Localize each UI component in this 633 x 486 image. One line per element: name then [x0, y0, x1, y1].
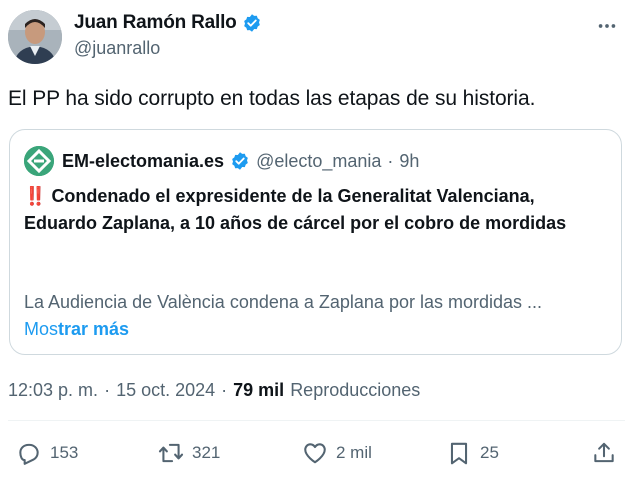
quote-author-name[interactable]: EM-electomania.es	[62, 151, 224, 172]
action-bar: 153 321 2 mil 25	[0, 440, 633, 476]
electomania-logo[interactable]	[24, 146, 54, 176]
verified-badge-icon	[232, 152, 248, 170]
author-handle[interactable]: @juanrallo	[74, 38, 262, 59]
bookmark-count: 25	[480, 443, 499, 462]
like-count: 2 mil	[336, 443, 372, 462]
show-more-suffix: trar más	[58, 319, 130, 339]
tweet-time[interactable]: 12:03 p. m.	[8, 380, 98, 401]
show-more-link[interactable]: Mostrar más	[24, 316, 129, 343]
reply-button[interactable]: 153	[16, 440, 78, 466]
share-button[interactable]	[591, 440, 617, 466]
tweet-meta: 12:03 p. m. · 15 oct. 2024 · 79 mil Repr…	[8, 380, 420, 401]
author-name[interactable]: Juan Ramón Rallo	[74, 12, 237, 34]
divider	[8, 420, 625, 421]
tweet-date[interactable]: 15 oct. 2024	[116, 380, 215, 401]
more-icon	[598, 24, 616, 28]
more-options-button[interactable]	[593, 12, 621, 40]
tweet-text: El PP ha sido corrupto en todas las etap…	[8, 87, 536, 110]
quote-timestamp[interactable]: 9h	[399, 151, 419, 172]
views-count: 79 mil	[233, 380, 285, 400]
meta-separator: ·	[221, 380, 228, 400]
meta-separator: ·	[104, 380, 111, 400]
bookmark-icon	[450, 442, 468, 465]
quote-separator: ·	[387, 150, 394, 171]
like-icon	[304, 443, 326, 464]
electomania-logo-icon	[24, 146, 54, 176]
show-more-prefix: Mos	[24, 319, 59, 339]
bookmark-button[interactable]: 25	[446, 440, 499, 466]
quoted-tweet[interactable]: EM-electomania.es @electo_mania · 9h ‼️ …	[9, 129, 622, 355]
reply-count: 153	[50, 443, 79, 462]
retweet-button[interactable]: 321	[158, 440, 220, 466]
quote-author-handle[interactable]: @electo_mania	[256, 151, 381, 172]
reply-icon	[19, 443, 39, 465]
author-block: Juan Ramón Rallo @juanrallo	[74, 12, 262, 59]
double-exclamation-emoji: ‼️	[24, 186, 47, 206]
author-avatar[interactable]	[8, 10, 62, 64]
quote-title-text: Condenado el expresidente de la Generali…	[24, 186, 567, 233]
retweet-icon	[158, 443, 184, 463]
avatar-photo	[8, 10, 62, 64]
quote-header: EM-electomania.es @electo_mania · 9h	[24, 146, 419, 176]
quote-body: La Audiencia de València condena a Zapla…	[24, 292, 543, 312]
verified-badge-icon	[243, 14, 260, 32]
quote-title: ‼️ Condenado el expresidente de la Gener…	[24, 183, 609, 237]
like-button[interactable]: 2 mil	[302, 440, 372, 466]
views-label: Reproducciones	[290, 380, 421, 400]
share-icon	[594, 442, 614, 463]
retweet-count: 321	[192, 443, 221, 462]
